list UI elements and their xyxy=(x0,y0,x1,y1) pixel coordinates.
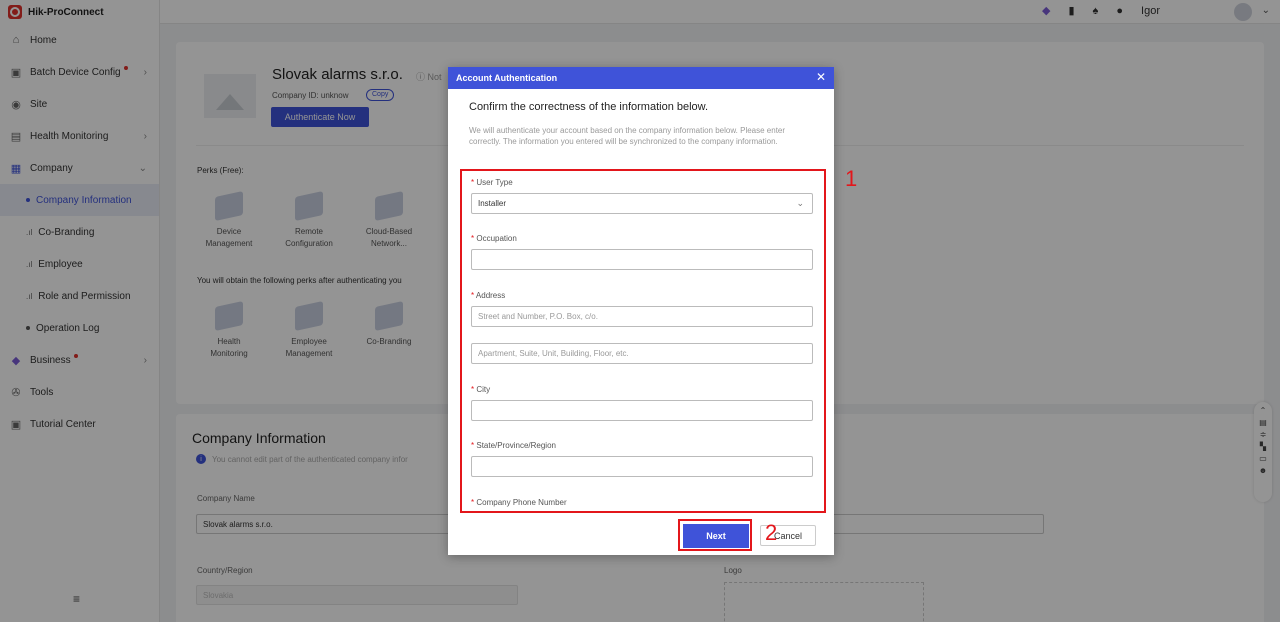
chevron-down-icon: ⌄ xyxy=(796,198,804,208)
occupation-label: * Occupation xyxy=(471,234,517,243)
field-label-text: City xyxy=(476,385,491,394)
dialog-subtitle: Confirm the correctness of the informati… xyxy=(469,101,709,113)
dialog-header: Account Authentication ✕ xyxy=(448,67,834,89)
address-line2-input[interactable]: Apartment, Suite, Unit, Building, Floor,… xyxy=(471,343,813,364)
required-mark: * xyxy=(471,441,475,450)
account-authentication-dialog: Account Authentication ✕ Confirm the cor… xyxy=(448,67,834,555)
phone-label: * Company Phone Number xyxy=(471,498,567,507)
required-mark: * xyxy=(471,291,475,300)
address-label: * Address xyxy=(471,291,505,300)
address-line1-input[interactable]: Street and Number, P.O. Box, c/o. xyxy=(471,306,813,327)
required-mark: * xyxy=(471,178,475,187)
occupation-input[interactable] xyxy=(471,249,813,270)
user-type-value: Installer xyxy=(478,199,507,208)
field-label-text: Address xyxy=(475,291,506,300)
state-input[interactable] xyxy=(471,456,813,477)
placeholder-text: Apartment, Suite, Unit, Building, Floor,… xyxy=(478,349,629,358)
required-mark: * xyxy=(471,385,475,394)
user-type-select[interactable]: Installer ⌄ xyxy=(471,193,813,214)
field-label-text: User Type xyxy=(476,178,513,187)
dialog-description: We will authenticate your account based … xyxy=(469,126,786,146)
state-label: * State/Province/Region xyxy=(471,441,556,450)
close-icon[interactable]: ✕ xyxy=(816,71,826,83)
required-mark: * xyxy=(471,498,475,507)
annotation-1: 1 xyxy=(845,166,858,191)
annotation-2: 2 xyxy=(765,520,778,545)
city-input[interactable] xyxy=(471,400,813,421)
field-label-text: Company Phone Number xyxy=(476,498,567,507)
placeholder-text: Street and Number, P.O. Box, c/o. xyxy=(478,312,598,321)
user-type-label: * User Type xyxy=(471,178,513,187)
authentication-form: * User Type Installer ⌄ * Occupation * A… xyxy=(460,169,826,513)
required-mark: * xyxy=(471,234,475,243)
field-label-text: Occupation xyxy=(476,234,517,243)
field-label-text: State/Province/Region xyxy=(476,441,556,450)
next-button[interactable]: Next xyxy=(683,524,749,548)
city-label: * City xyxy=(471,385,490,394)
dialog-title: Account Authentication xyxy=(456,73,558,83)
